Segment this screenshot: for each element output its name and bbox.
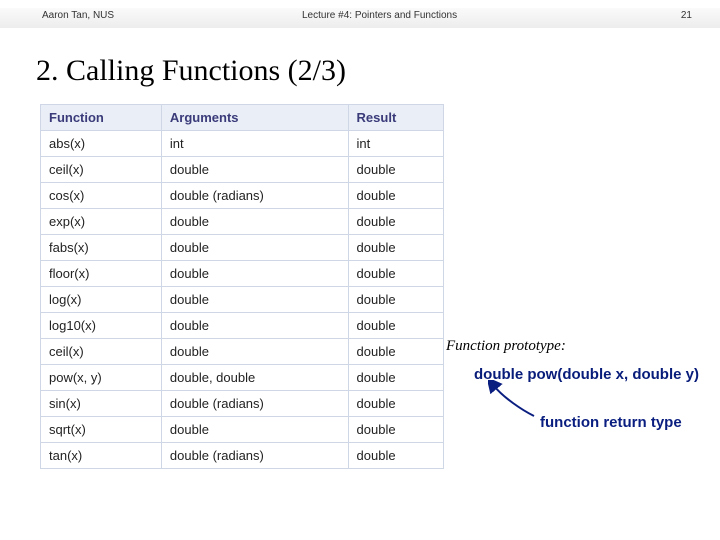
cell-args: double <box>161 157 348 183</box>
top-bar: Aaron Tan, NUS Lecture #4: Pointers and … <box>0 8 720 28</box>
table-row: ceil(x)doubledouble <box>41 157 444 183</box>
cell-args: double <box>161 287 348 313</box>
cell-res: double <box>348 417 443 443</box>
author-label: Aaron Tan, NUS <box>42 10 114 21</box>
table-row: floor(x)doubledouble <box>41 261 444 287</box>
cell-res: double <box>348 235 443 261</box>
cell-args: double <box>161 417 348 443</box>
cell-func: log10(x) <box>41 313 162 339</box>
cell-func: abs(x) <box>41 131 162 157</box>
prototype-caption: Function prototype: <box>446 338 566 355</box>
table-row: pow(x, y)double, doubledouble <box>41 365 444 391</box>
cell-res: double <box>348 391 443 417</box>
cell-args: double <box>161 209 348 235</box>
cell-func: tan(x) <box>41 443 162 469</box>
cell-func: cos(x) <box>41 183 162 209</box>
cell-func: fabs(x) <box>41 235 162 261</box>
col-function: Function <box>41 105 162 131</box>
cell-args: double, double <box>161 365 348 391</box>
prototype-code: double pow(double x, double y) <box>474 366 699 383</box>
cell-args: double <box>161 235 348 261</box>
cell-args: double <box>161 313 348 339</box>
cell-res: double <box>348 261 443 287</box>
cell-res: double <box>348 339 443 365</box>
table-row: cos(x)double (radians)double <box>41 183 444 209</box>
lecture-title: Lecture #4: Pointers and Functions <box>302 10 457 21</box>
cell-res: double <box>348 313 443 339</box>
cell-res: double <box>348 287 443 313</box>
cell-args: int <box>161 131 348 157</box>
cell-func: pow(x, y) <box>41 365 162 391</box>
return-type-label: function return type <box>540 414 682 431</box>
cell-args: double <box>161 261 348 287</box>
table-row: log10(x)doubledouble <box>41 313 444 339</box>
slide-root: Aaron Tan, NUS Lecture #4: Pointers and … <box>0 0 720 540</box>
table-row: tan(x)double (radians)double <box>41 443 444 469</box>
cell-func: sin(x) <box>41 391 162 417</box>
page-title: 2. Calling Functions (2/3) <box>36 54 346 88</box>
col-result: Result <box>348 105 443 131</box>
cell-func: log(x) <box>41 287 162 313</box>
table-row: log(x)doubledouble <box>41 287 444 313</box>
cell-args: double (radians) <box>161 443 348 469</box>
cell-args: double (radians) <box>161 391 348 417</box>
cell-res: int <box>348 131 443 157</box>
table-row: ceil(x)doubledouble <box>41 339 444 365</box>
table-row: sqrt(x)doubledouble <box>41 417 444 443</box>
cell-res: double <box>348 209 443 235</box>
cell-args: double <box>161 339 348 365</box>
cell-res: double <box>348 365 443 391</box>
table-row: abs(x)intint <box>41 131 444 157</box>
cell-res: double <box>348 443 443 469</box>
cell-res: double <box>348 183 443 209</box>
cell-res: double <box>348 157 443 183</box>
cell-func: ceil(x) <box>41 157 162 183</box>
functions-table: Function Arguments Result abs(x)intint c… <box>40 104 444 469</box>
table-row: fabs(x)doubledouble <box>41 235 444 261</box>
page-number: 21 <box>681 10 692 21</box>
cell-func: sqrt(x) <box>41 417 162 443</box>
table-row: sin(x)double (radians)double <box>41 391 444 417</box>
table-row: exp(x)doubledouble <box>41 209 444 235</box>
cell-args: double (radians) <box>161 183 348 209</box>
cell-func: exp(x) <box>41 209 162 235</box>
cell-func: ceil(x) <box>41 339 162 365</box>
col-arguments: Arguments <box>161 105 348 131</box>
cell-func: floor(x) <box>41 261 162 287</box>
table-header-row: Function Arguments Result <box>41 105 444 131</box>
arrow-icon <box>488 380 538 420</box>
